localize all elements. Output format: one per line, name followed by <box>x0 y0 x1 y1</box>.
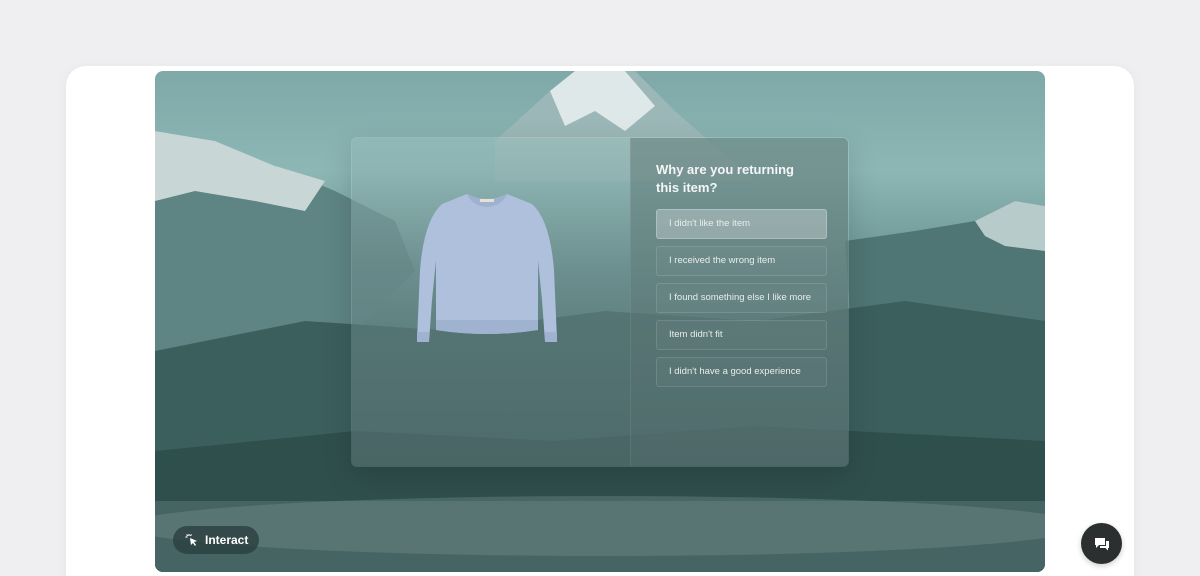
reason-option[interactable]: I found something else I like more <box>656 283 827 313</box>
interact-label: Interact <box>205 533 249 547</box>
pointer-click-icon <box>185 534 197 546</box>
product-image-panel <box>352 138 630 466</box>
reason-option[interactable]: I received the wrong item <box>656 246 827 276</box>
chat-bubbles-icon <box>1094 537 1109 550</box>
hero-banner: Why are you returning this item? I didn'… <box>155 71 1045 572</box>
reason-options: I didn't like the item I received the wr… <box>656 209 827 394</box>
return-reason-modal: Why are you returning this item? I didn'… <box>351 137 849 467</box>
reason-option[interactable]: Item didn't fit <box>656 320 827 350</box>
reason-option[interactable]: I didn't like the item <box>656 209 827 239</box>
reason-option[interactable]: I didn't have a good experience <box>656 357 827 387</box>
reason-panel: Why are you returning this item? I didn'… <box>630 138 848 466</box>
interact-button[interactable]: Interact <box>173 526 259 554</box>
sweater-image <box>417 194 557 342</box>
question-heading: Why are you returning this item? <box>656 162 794 195</box>
chat-button[interactable] <box>1081 523 1122 564</box>
